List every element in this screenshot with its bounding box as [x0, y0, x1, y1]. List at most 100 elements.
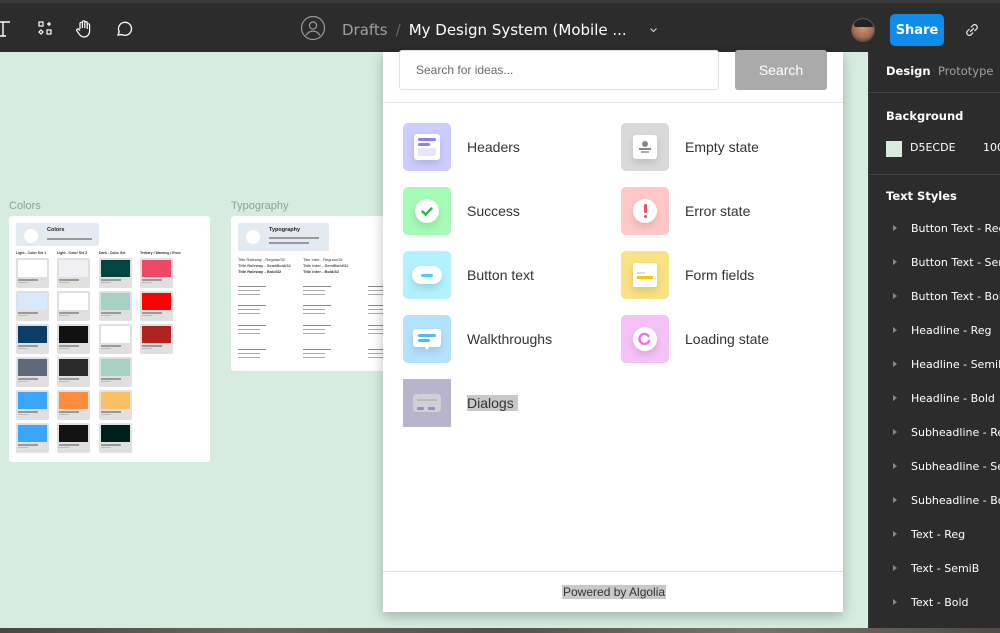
caret-right-icon[interactable]	[893, 225, 897, 231]
divider	[869, 174, 1000, 175]
text-style-item[interactable]: Text - SemiB	[869, 556, 1000, 580]
idea-item-walkthroughs[interactable]: Walkthroughs	[403, 315, 552, 363]
typography-header-title: Typography	[269, 227, 301, 233]
color-swatch	[99, 357, 132, 387]
typography-sample-line	[238, 329, 260, 330]
share-button[interactable]: Share	[890, 14, 944, 46]
caret-right-icon[interactable]	[893, 463, 897, 469]
breadcrumb-drafts-link[interactable]: Drafts	[342, 21, 388, 39]
text-style-item[interactable]: Subheadline - Reg	[869, 420, 1000, 444]
text-style-name: Text - Bold	[911, 595, 969, 609]
caret-right-icon[interactable]	[893, 497, 897, 503]
swatch-label	[18, 378, 38, 380]
idea-item-button-text[interactable]: Button text	[403, 251, 534, 299]
swatch-color	[18, 260, 47, 277]
comment-tool-icon[interactable]	[112, 17, 136, 41]
swatch-color	[142, 326, 171, 343]
link-icon[interactable]	[962, 20, 982, 40]
caret-right-icon[interactable]	[893, 327, 897, 333]
text-style-item[interactable]: Subheadline - SemiBold	[869, 454, 1000, 478]
text-style-item[interactable]: Button Text - Bold	[869, 284, 1000, 308]
colors-frame[interactable]: Colors Light - Color Set 1 Light - Color…	[9, 216, 210, 462]
caret-right-icon[interactable]	[893, 531, 897, 537]
typography-sample-line	[303, 294, 325, 295]
text-style-item[interactable]: Subheadline - Bold	[869, 488, 1000, 512]
caret-right-icon[interactable]	[893, 429, 897, 435]
typography-sample-line	[303, 325, 331, 326]
text-style-name: Subheadline - SemiBold	[911, 459, 1000, 473]
checkmark-icon	[403, 187, 451, 235]
chat-bubble-icon	[403, 315, 451, 363]
text-style-item[interactable]: Headline - SemiBold	[869, 352, 1000, 376]
swatch-color	[18, 326, 47, 343]
caret-right-icon[interactable]	[893, 395, 897, 401]
desktop-background-strip	[0, 628, 1000, 633]
idea-item-empty-state[interactable]: Empty state	[621, 123, 759, 171]
color-swatch	[57, 324, 90, 354]
swatch-color	[101, 293, 130, 310]
text-style-item[interactable]: Headline - Reg	[869, 318, 1000, 342]
idea-item-headers[interactable]: Headers	[403, 123, 520, 171]
swatch-value	[18, 282, 28, 283]
idea-item-success[interactable]: Success	[403, 187, 520, 235]
search-input[interactable]	[399, 50, 719, 90]
swatch-value	[18, 414, 28, 415]
powered-by-algolia[interactable]: Powered by Algolia	[562, 585, 667, 599]
swatch-value	[18, 348, 28, 349]
frame-label-typography[interactable]: Typography	[231, 200, 288, 212]
hand-tool-icon[interactable]	[72, 17, 96, 41]
caret-right-icon[interactable]	[893, 599, 897, 605]
tab-prototype[interactable]: Prototype	[938, 64, 993, 78]
color-swatch	[16, 291, 49, 321]
search-button[interactable]: Search	[735, 50, 827, 90]
caret-right-icon[interactable]	[893, 259, 897, 265]
text-style-name: Headline - Reg	[911, 323, 992, 337]
colors-header-subtitle	[47, 238, 92, 240]
color-swatch	[99, 423, 132, 453]
chevron-down-icon[interactable]	[649, 24, 658, 36]
typo-title-line: Title Raleway - Regular/32	[238, 257, 285, 262]
swatch-color	[18, 392, 47, 409]
typography-sample-line	[238, 333, 260, 334]
breadcrumb-separator: /	[395, 21, 401, 39]
caret-right-icon[interactable]	[893, 293, 897, 299]
text-style-name: Text - Reg	[911, 527, 966, 541]
swatch-label	[142, 312, 162, 314]
swatch-value	[18, 381, 28, 382]
text-style-name: Subheadline - Bold	[911, 493, 1000, 507]
swatch-value	[59, 315, 69, 316]
idea-item-form-fields[interactable]: Form fields	[621, 251, 754, 299]
background-color-swatch[interactable]	[886, 141, 902, 157]
typography-sample-line	[238, 305, 266, 306]
team-avatar-icon[interactable]	[300, 15, 326, 46]
ideas-search-popup: Search Headers Empty state	[383, 50, 843, 612]
swatch-value	[101, 447, 111, 448]
text-style-item[interactable]: Headline - Bold	[869, 386, 1000, 410]
dialog-icon	[403, 379, 451, 427]
background-opacity-value[interactable]: 100%	[983, 141, 1000, 154]
swatch-label	[101, 279, 121, 281]
frame-label-colors[interactable]: Colors	[9, 200, 41, 212]
text-style-item[interactable]: Button Text - Regular	[869, 216, 1000, 240]
idea-item-dialogs[interactable]: Dialogs	[403, 379, 518, 427]
file-title[interactable]: My Design System (Mobile ...	[409, 21, 627, 39]
text-style-item[interactable]: Text - Reg	[869, 522, 1000, 546]
text-tool-icon[interactable]	[0, 17, 16, 41]
idea-item-error-state[interactable]: Error state	[621, 187, 750, 235]
text-style-item[interactable]: Button Text - SemiBold	[869, 250, 1000, 274]
idea-item-loading-state[interactable]: Loading state	[621, 315, 769, 363]
caret-right-icon[interactable]	[893, 361, 897, 367]
typography-frame[interactable]: Typography Title Raleway - Regular/32 Ti…	[231, 216, 396, 371]
color-swatch	[99, 390, 132, 420]
typography-sample-line	[238, 357, 260, 358]
caret-right-icon[interactable]	[893, 565, 897, 571]
components-tool-icon[interactable]	[34, 17, 58, 41]
user-avatar[interactable]	[851, 18, 875, 42]
tab-design[interactable]: Design	[886, 64, 931, 78]
background-hex-value[interactable]: D5ECDE	[910, 141, 956, 154]
swatch-label	[59, 312, 79, 314]
typography-sample-line	[238, 325, 266, 326]
swatch-color	[59, 293, 88, 310]
text-style-name: Subheadline - Reg	[911, 425, 1000, 439]
text-style-item[interactable]: Text - Bold	[869, 590, 1000, 614]
